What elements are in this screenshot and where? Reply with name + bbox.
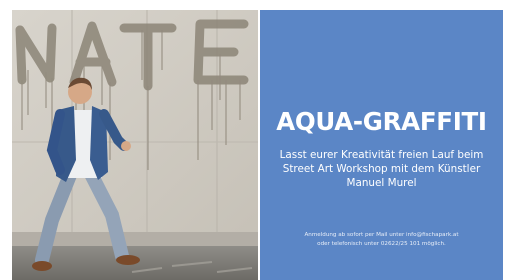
- description-line: Manuel Murel: [346, 177, 417, 189]
- registration-line: Anmeldung ab sofort per Mail unter info@…: [304, 232, 459, 238]
- registration-note: Anmeldung ab sofort per Mail unter info@…: [260, 231, 503, 249]
- registration-line: oder telefonisch unter 02622/25 101 mögl…: [317, 241, 446, 247]
- promo-banner: AQUA-GRAFFITI Lasst eurer Kreativität fr…: [0, 0, 508, 280]
- event-description: Lasst eurer Kreativität freien Lauf beim…: [260, 148, 503, 190]
- event-title: AQUA-GRAFFITI: [276, 107, 487, 136]
- description-line: Lasst eurer Kreativität freien Lauf beim: [279, 149, 484, 161]
- description-line: Street Art Workshop mit dem Künstler: [282, 163, 481, 175]
- info-panel: AQUA-GRAFFITI Lasst eurer Kreativität fr…: [260, 10, 503, 280]
- artist-photo: [12, 10, 258, 280]
